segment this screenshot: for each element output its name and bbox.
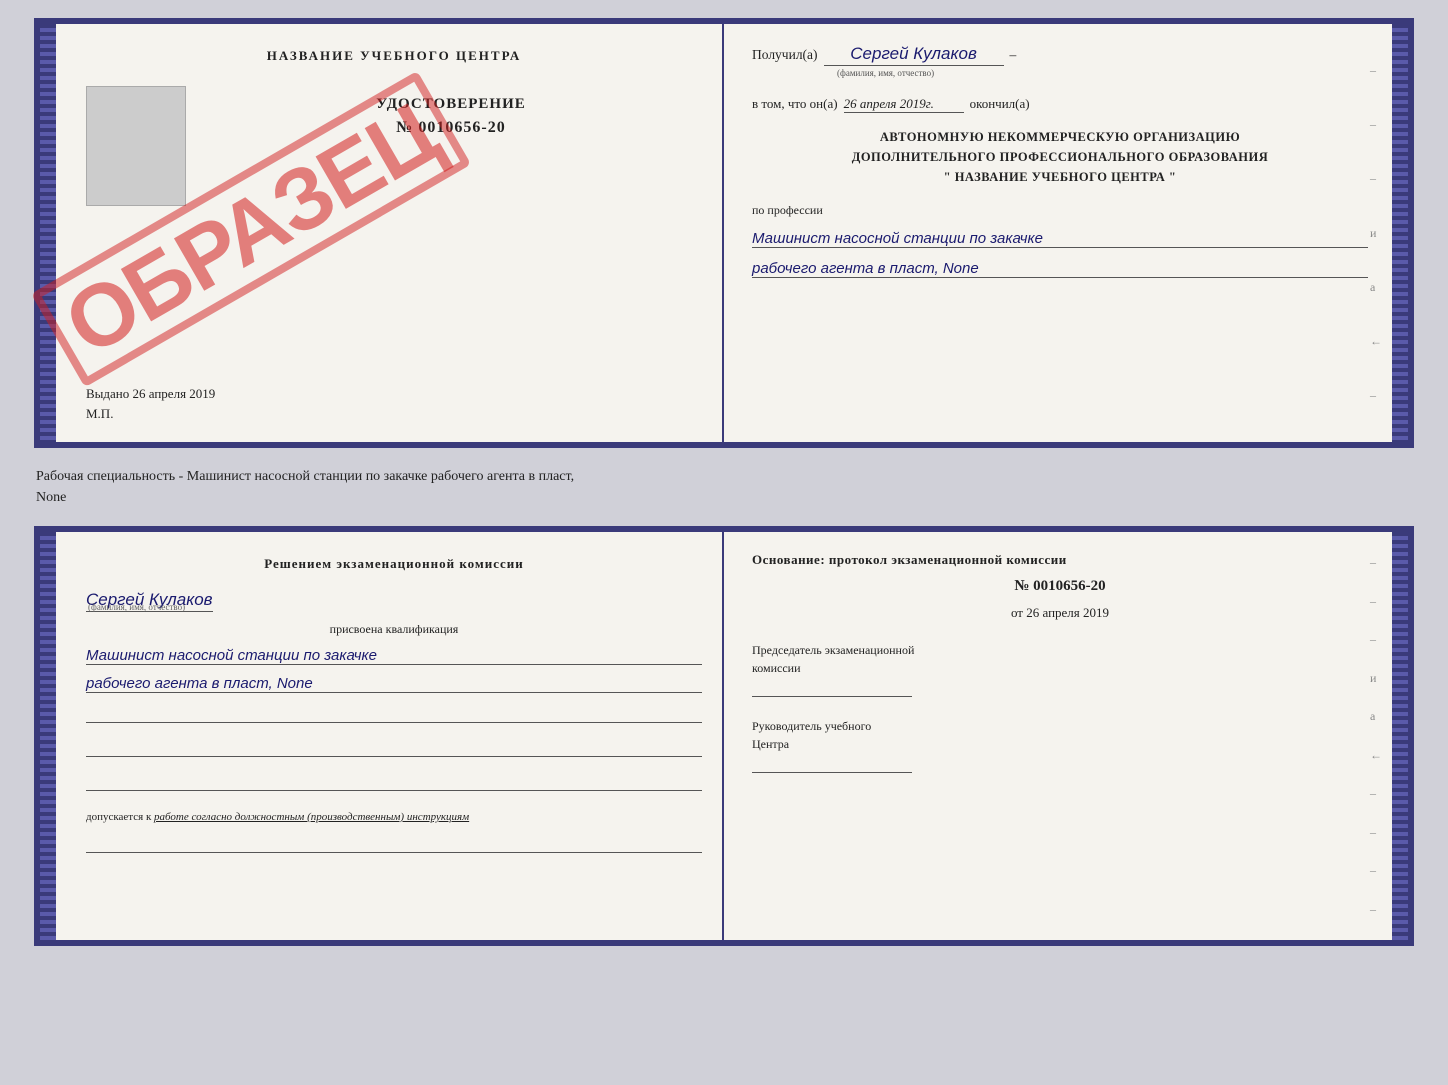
rukovoditel-block: Руководитель учебного Центра [752,717,1368,773]
okonchil: окончил(а) [970,96,1030,112]
vydano-label: Выдано [86,386,129,401]
poluchil-prefix: Получил(а) [752,47,818,63]
middle-text-line1: Рабочая специальность - Машинист насосно… [36,466,1412,487]
vtom-row: в том, что он(а) 26 апреля 2019г. окончи… [752,96,1368,113]
bottom-fio-hint: (фамилия, имя, отчество) [86,602,702,612]
org-line3: " НАЗВАНИЕ УЧЕБНОГО ЦЕНТРА " [752,167,1368,187]
vtom-date: 26 апреля 2019г. [844,96,964,113]
poluchil-row: Получил(а) Сергей Кулаков – [752,44,1368,66]
ot-prefix: от [1011,605,1023,620]
bottom-document: Решением экзаменационной комиссии Сергей… [34,526,1414,946]
udost-number: № 0010656-20 [396,119,505,137]
qual-line1: Машинист насосной станции по закачке [86,647,702,665]
rukovoditel-sig-line [752,757,912,773]
vtom-prefix: в том, что он(а) [752,96,838,112]
udost-title: УДОСТОВЕРЕНИЕ [376,96,526,113]
bottom-left-panel: Решением экзаменационной комиссии Сергей… [56,532,724,940]
middle-text-block: Рабочая специальность - Машинист насосно… [34,462,1414,512]
middle-text-line2: None [36,487,1412,508]
predsedatel-line2: комиссии [752,659,1368,677]
photo-box [86,86,186,206]
mp-row: М.П. [86,406,702,426]
top-left-title: НАЗВАНИЕ УЧЕБНОГО ЦЕНТРА [86,48,702,64]
osnovanie: Основание: протокол экзаменационной коми… [752,552,1368,568]
predsedatel-block: Председатель экзаменационной комиссии [752,641,1368,697]
rukovoditel-line1: Руководитель учебного [752,717,1368,735]
udost-block: УДОСТОВЕРЕНИЕ № 0010656-20 [200,76,702,137]
qual-line2: рабочего агента в пласт, None [86,675,702,693]
predsedatel-line1: Председатель экзаменационной [752,641,1368,659]
predsedatel-sig-line [752,681,912,697]
dopuskaetsya-val: работе согласно должностным (производств… [154,811,469,823]
blank-line2 [86,741,702,757]
top-document: НАЗВАНИЕ УЧЕБНОГО ЦЕНТРА УДОСТОВЕРЕНИЕ №… [34,18,1414,448]
poluchil-dash: – [1010,47,1017,63]
blank-line3 [86,775,702,791]
po-professii: по профессии [752,203,1368,218]
blank-line4 [86,837,702,853]
ot-date: от 26 апреля 2019 [752,605,1368,621]
org-block: АВТОНОМНУЮ НЕКОММЕРЧЕСКУЮ ОРГАНИЗАЦИЮ ДО… [752,127,1368,187]
rukovoditel-line2: Центра [752,735,1368,753]
org-line1: АВТОНОМНУЮ НЕКОММЕРЧЕСКУЮ ОРГАНИЗАЦИЮ [752,127,1368,147]
profession-line1: Машинист насосной станции по закачке [752,230,1368,248]
protocol-number: № 0010656-20 [752,578,1368,595]
vydano-row: Выдано 26 апреля 2019 [86,378,702,406]
resheniem-title: Решением экзаменационной комиссии [86,556,702,572]
right-dashes: – – – и а ← – [1370,24,1382,442]
profession-line2: рабочего агента в пласт, None [752,260,1368,278]
vydano-date: 26 апреля 2019 [133,386,216,401]
top-left-panel: НАЗВАНИЕ УЧЕБНОГО ЦЕНТРА УДОСТОВЕРЕНИЕ №… [56,24,724,442]
top-right-panel: Получил(а) Сергей Кулаков – (фамилия, им… [724,24,1392,442]
ot-date-val: 26 апреля 2019 [1026,605,1109,620]
blank-line1 [86,707,702,723]
dopuskaetsya-label: допускается к [86,811,151,823]
org-line2: ДОПОЛНИТЕЛЬНОГО ПРОФЕССИОНАЛЬНОГО ОБРАЗО… [752,147,1368,167]
bottom-right-dashes: – – – и а ← – – – – [1370,532,1382,940]
prisvoena: присвоена квалификация [86,622,702,637]
fio-hint-top: (фамилия, имя, отчество) [837,68,1368,78]
recipient-name: Сергей Кулаков [824,44,1004,66]
dopuskaetsya-row: допускается к работе согласно должностны… [86,811,702,823]
bottom-right-panel: Основание: протокол экзаменационной коми… [724,532,1392,940]
